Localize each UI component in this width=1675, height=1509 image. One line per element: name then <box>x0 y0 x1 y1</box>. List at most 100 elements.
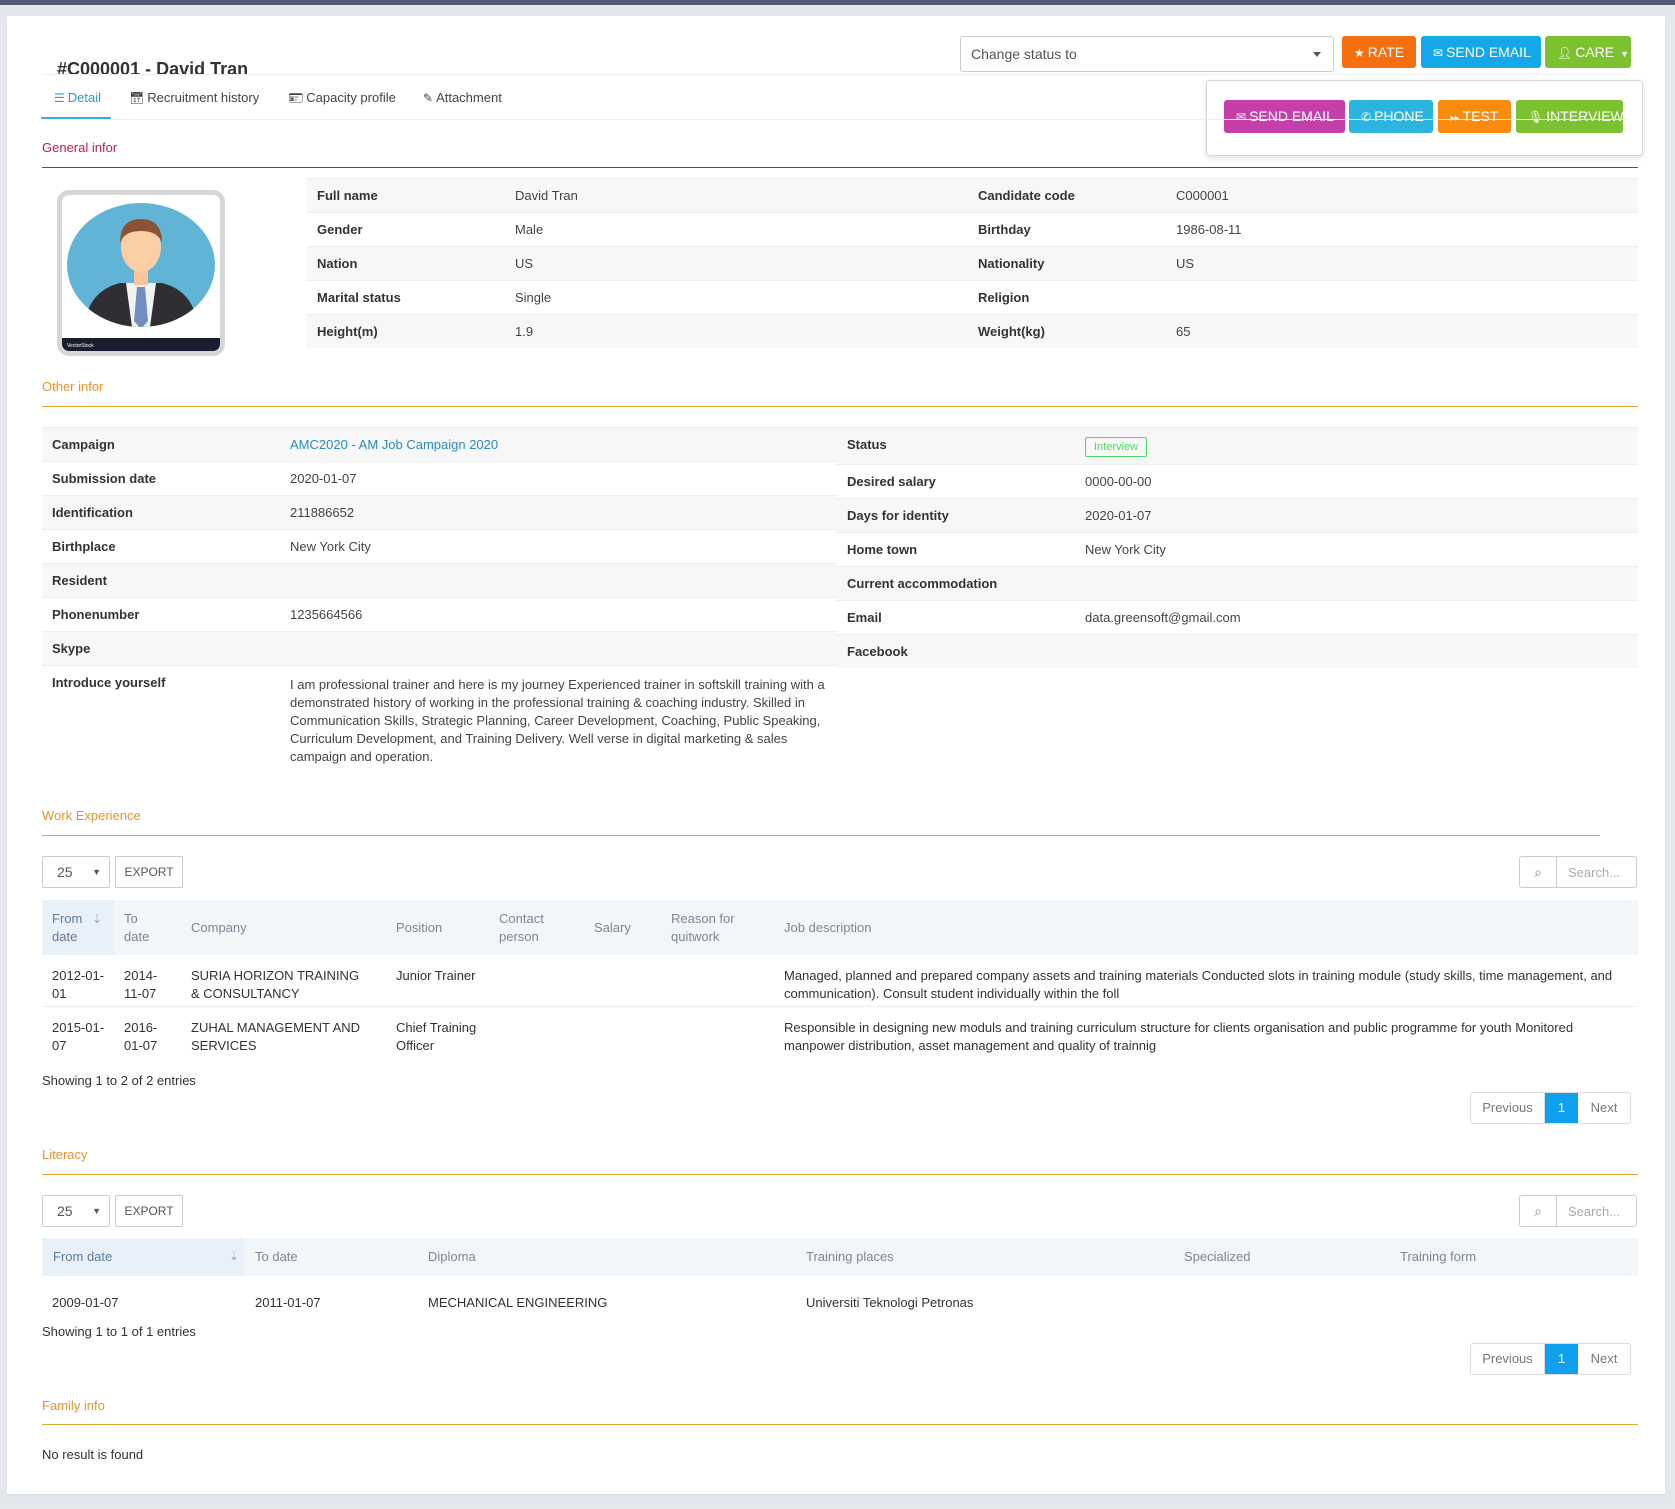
table-row: Birthplace New York City <box>42 529 837 563</box>
field-label: Height(m) <box>317 324 378 339</box>
field-label: Current accommodation <box>847 576 998 591</box>
tab-attachment[interactable]: ✎ Attachment <box>423 83 502 119</box>
pagination-previous[interactable]: Previous <box>1471 1344 1545 1374</box>
field-label: Marital status <box>317 290 401 305</box>
literacy-export-button[interactable]: EXPORT <box>115 1195 183 1227</box>
work-export-button[interactable]: EXPORT <box>115 856 183 888</box>
th-job-description[interactable]: Job description <box>784 919 871 937</box>
field-label: Nation <box>317 256 358 271</box>
th-reason-for-quitwork[interactable]: Reason for quitwork <box>671 910 741 946</box>
care-send-email-label: SEND EMAIL <box>1249 108 1334 124</box>
section-divider <box>42 406 1638 407</box>
cell-position: Junior Trainer <box>396 968 476 983</box>
th-position[interactable]: Position <box>396 919 442 937</box>
rate-button[interactable]: ★ RATE <box>1342 36 1416 68</box>
care-menu-send-email-button[interactable]: ✉ SEND EMAIL <box>1224 100 1345 133</box>
general-info-table: Full name David Tran Candidate code C000… <box>307 178 1638 348</box>
field-label: Facebook <box>847 644 908 659</box>
th-from-date[interactable]: From date <box>53 1248 112 1266</box>
send-email-label: SEND EMAIL <box>1446 44 1531 60</box>
fast-forward-icon: ⏩︎ <box>1450 110 1460 124</box>
th-training-form[interactable]: Training form <box>1400 1248 1476 1266</box>
care-menu-interview-button[interactable]: 🎙︎ INTERVIEW <box>1516 100 1624 133</box>
pagination-page[interactable]: 1 <box>1545 1344 1578 1374</box>
work-page-length-select[interactable]: 25 ▼ <box>42 856 110 888</box>
work-showing-entries: Showing 1 to 2 of 2 entries <box>42 1073 196 1088</box>
th-to-date[interactable]: To date <box>255 1248 298 1266</box>
literacy-page-length-select[interactable]: 25 ▼ <box>42 1195 110 1227</box>
care-menu-test-button[interactable]: ⏩︎ TEST <box>1438 100 1511 133</box>
th-salary[interactable]: Salary <box>594 919 631 937</box>
pagination-previous[interactable]: Previous <box>1471 1093 1545 1123</box>
phone-label: PHONE <box>1374 108 1424 124</box>
th-contact-person[interactable]: Contact person <box>499 910 559 946</box>
th-training-places[interactable]: Training places <box>806 1248 894 1266</box>
field-value: 2020-01-07 <box>1085 508 1152 523</box>
pagination-next[interactable]: Next <box>1578 1344 1630 1374</box>
envelope-icon: ✉ <box>1433 46 1444 60</box>
person-avatar-image: VectorStock <box>62 195 220 351</box>
pagination-page[interactable]: 1 <box>1545 1093 1578 1123</box>
tab-detail[interactable]: ☰ Detail <box>48 83 107 119</box>
care-menu-phone-button[interactable]: ✆ PHONE <box>1349 100 1433 133</box>
tab-recruitment-label: Recruitment history <box>147 90 260 105</box>
section-divider <box>42 1424 1638 1425</box>
field-label: Introduce yourself <box>52 675 166 690</box>
pagination-next[interactable]: Next <box>1578 1093 1630 1123</box>
change-status-value: Change status to <box>971 46 1077 62</box>
table-row: Submission date 2020-01-07 <box>42 461 837 495</box>
send-email-button[interactable]: ✉ SEND EMAIL <box>1421 36 1541 68</box>
cell-job-description: Responsible in designing new moduls and … <box>784 1020 1574 1053</box>
star-icon: ★ <box>1354 46 1365 60</box>
literacy-search-input[interactable] <box>1558 1196 1636 1226</box>
care-dropdown-button[interactable]: 👤︎ CARE ▼ <box>1545 36 1631 68</box>
table-row: Status Interview <box>837 427 1638 464</box>
cell-company: ZUHAL MANAGEMENT AND SERVICES <box>191 1020 361 1053</box>
table-row: Facebook <box>837 634 1638 668</box>
campaign-link[interactable]: AMC2020 - AM Job Campaign 2020 <box>290 428 498 462</box>
field-value: 2020-01-07 <box>290 471 357 486</box>
th-company[interactable]: Company <box>191 919 247 937</box>
field-label: Candidate code <box>978 188 1075 203</box>
field-value: US <box>1176 256 1195 271</box>
test-label: TEST <box>1462 108 1499 124</box>
th-to-date[interactable]: To date <box>124 910 160 946</box>
cell-from-date: 2009-01-07 <box>52 1295 119 1310</box>
section-literacy: Literacy <box>42 1147 88 1162</box>
section-divider <box>42 1174 1638 1175</box>
avatar: VectorStock <box>57 190 225 356</box>
tabs-divider <box>42 119 1627 120</box>
calendar-icon: 📅︎ <box>129 91 145 105</box>
field-label: Resident <box>52 573 107 588</box>
tab-capacity-profile[interactable]: 🪪︎ Capacity profile <box>288 83 396 119</box>
search-icon[interactable]: ⌕ <box>1520 857 1557 887</box>
section-other-infor: Other infor <box>42 379 104 394</box>
sort-ascending-icon[interactable]: ⇣ <box>229 1249 239 1263</box>
interview-label: INTERVIEW <box>1546 108 1624 124</box>
field-value: data.greensoft@gmail.com <box>1085 610 1241 625</box>
section-work-experience: Work Experience <box>42 808 141 823</box>
section-divider <box>42 167 1638 168</box>
work-search-input[interactable] <box>1558 857 1636 887</box>
table-row: Phonenumber 1235664566 <box>42 597 837 631</box>
introduce-yourself-text: I am professional trainer and here is my… <box>290 677 825 764</box>
field-value: 1986-08-11 <box>1176 222 1242 237</box>
cell-position: Chief Training Officer <box>396 1020 477 1053</box>
sort-ascending-icon[interactable]: ⇣ <box>92 912 102 926</box>
change-status-select[interactable]: Change status to <box>960 36 1334 72</box>
th-specialized[interactable]: Specialized <box>1184 1248 1251 1266</box>
field-label: Nationality <box>978 256 1045 271</box>
search-icon[interactable]: ⌕ <box>1520 1196 1557 1226</box>
field-value: David Tran <box>515 188 578 203</box>
work-search: ⌕ <box>1519 856 1637 888</box>
field-label: Weight(kg) <box>978 324 1045 339</box>
tab-recruitment-history[interactable]: 📅︎ Recruitment history <box>129 83 259 119</box>
cell-from-date: 2012-01-01 <box>52 968 105 1001</box>
paperclip-icon: ✎ <box>423 91 434 105</box>
table-row: Height(m) 1.9 Weight(kg) 65 <box>307 314 1638 348</box>
th-diploma[interactable]: Diploma <box>428 1248 476 1266</box>
cell-diploma: MECHANICAL ENGINEERING <box>428 1295 608 1310</box>
table-row: Home town New York City <box>837 532 1638 566</box>
th-from-date[interactable]: From date <box>52 910 92 946</box>
field-label: Phonenumber <box>52 607 140 622</box>
